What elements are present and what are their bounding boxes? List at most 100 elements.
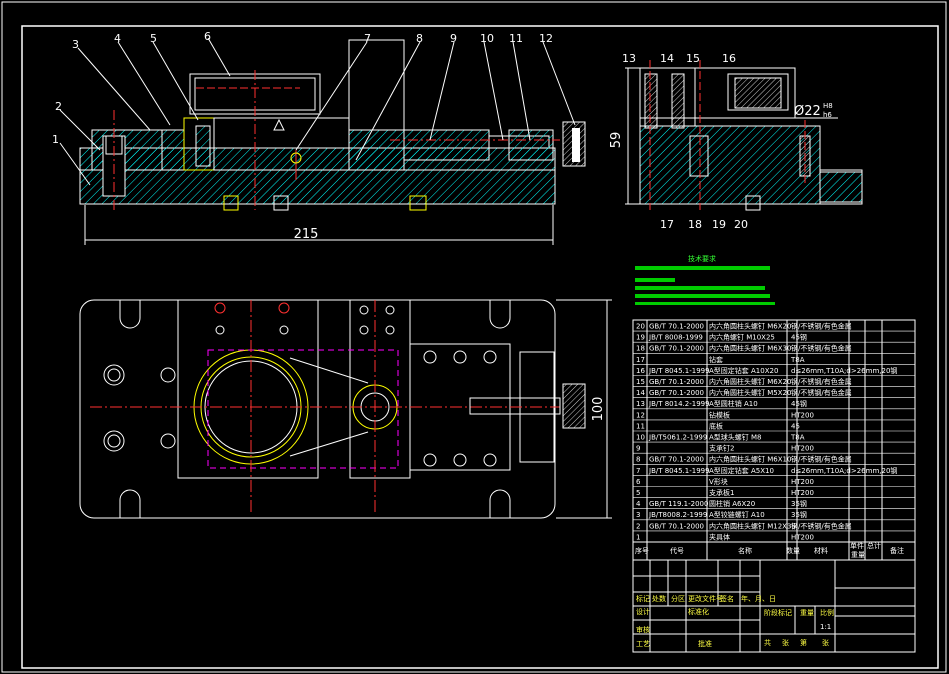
bom-hdr-name: 名称 [738, 546, 752, 555]
part-number-2: 2 [55, 100, 62, 113]
bom-seq: 12 [636, 411, 645, 419]
bom-name: 内六角螺钉 M10X25 [709, 333, 775, 342]
dim-bore-diameter: Ø22 [794, 104, 821, 119]
bom-seq: 13 [636, 400, 645, 408]
tb-scale: 比例 [820, 608, 834, 617]
bom-code: JB/T 8014.2-1999 [648, 400, 710, 408]
bom-material: HT200 [791, 489, 814, 497]
bom-name: 内六角圆柱头螺钉 M6X20 [709, 322, 791, 331]
part-number-8: 8 [416, 32, 423, 45]
part-number-1: 1 [52, 133, 59, 146]
part-number-10: 10 [480, 32, 494, 45]
bom-hdr-remark: 备注 [890, 546, 904, 555]
bom-name: V形块 [709, 477, 728, 486]
bom-code: JB/T 8045.1-1999 [648, 467, 710, 475]
tb-sign: 签名 [720, 594, 734, 603]
part-number-7: 7 [364, 32, 371, 45]
tb-design: 设计 [636, 607, 650, 616]
bom-seq: 4 [636, 500, 641, 508]
bom-seq: 16 [636, 367, 645, 375]
tb-review: 审核 [636, 625, 650, 634]
dim-bore-tol-lower: h6 [823, 111, 832, 119]
bom-material: 35钢 [791, 499, 807, 508]
bom-code: JB/T8008.2-1999 [648, 511, 707, 519]
dim-overall-length: 215 [294, 227, 319, 242]
bom-name: 内六角圆柱头螺钉 M6X30 [709, 344, 791, 353]
tb-stage-mark: 阶段标记 [764, 608, 792, 617]
part-number-12: 12 [539, 32, 553, 45]
bom-material: 45钢 [791, 333, 807, 342]
plan-view: 100 [79, 299, 612, 519]
tb-process: 工艺 [636, 640, 650, 648]
front-view: 215 123 4 5 6 7 8 9 10 11 12 [52, 30, 586, 245]
part-number-20: 20 [734, 218, 748, 231]
bom-table: 20 GB/T 70.1-2000 内六角圆柱头螺钉 M6X20 钢/不锈钢/有色金属… [632, 319, 916, 561]
bom-name: 钻套 [709, 355, 723, 364]
dim-bore-tol-upper: H8 [823, 102, 833, 110]
bom-seq: 5 [636, 489, 640, 497]
bom-material: HT200 [791, 411, 814, 419]
bom-seq: 18 [636, 345, 645, 353]
tb-sheet-no: 第 [800, 638, 807, 647]
part-number-11: 11 [509, 32, 523, 45]
bom-hdr-weight: 重量 [851, 551, 865, 559]
notes-title: 技术要求 [688, 254, 716, 263]
bom-name: 内六角圆柱头螺钉 M12X35 [709, 521, 796, 530]
part-number-3: 3 [72, 38, 79, 51]
dim-plan-width: 100 [591, 397, 606, 422]
tb-sheet-unit: 张 [782, 638, 789, 647]
side-view: 59 Ø22 H8 h6 13 14 15 16 17 18 19 20 [609, 52, 863, 231]
part-number-15: 15 [686, 52, 700, 65]
bom-seq: 19 [636, 334, 645, 342]
bom-name: 夹具体 [709, 532, 730, 541]
part-number-19: 19 [712, 218, 726, 231]
bom-seq: 10 [636, 434, 645, 442]
bom-name: 底板 [709, 421, 723, 430]
bom-material: 钢/不锈钢/有色金属 [791, 344, 852, 353]
bom-code: JB/T 8045.1-1999 [648, 367, 710, 375]
bom-seq: 8 [636, 456, 640, 464]
part-number-9: 9 [450, 32, 457, 45]
bom-material: HT200 [791, 445, 814, 453]
bom-hdr-code: 代号 [670, 546, 684, 555]
part-number-6: 6 [204, 30, 211, 43]
part-number-13: 13 [622, 52, 636, 65]
bom-material: HT200 [791, 533, 814, 541]
bom-code: GB/T 70.1-2000 [649, 456, 704, 464]
tb-approve: 批准 [698, 639, 712, 648]
bom-code: GB/T 70.1-2000 [649, 378, 704, 386]
bom-hdr-qty: 数量 [786, 546, 800, 555]
bom-material: 钢/不锈钢/有色金属 [791, 322, 852, 331]
bom-code: GB/T 70.1-2000 [649, 323, 704, 331]
bom-name: 内六角圆柱头螺钉 M6X10 [709, 455, 791, 464]
bom-material: 45 [791, 422, 800, 430]
bom-name: 支承钉2 [709, 444, 734, 453]
tb-count: 处数 [652, 594, 666, 603]
bom-seq: 9 [636, 445, 640, 453]
bom-material: d≤26mm,T10A;d>26mm,20钢 [791, 366, 897, 375]
bom-code: GB/T 70.1-2000 [649, 522, 704, 530]
bom-name: A型固定钻套 A10X20 [709, 366, 778, 375]
bom-material: 钢/不锈钢/有色金属 [791, 388, 852, 397]
bom-code: GB/T 119.1-2000 [649, 500, 708, 508]
bom-hdr-seq: 序号 [635, 546, 649, 555]
part-number-14: 14 [660, 52, 674, 65]
bom-name: A型圆柱销 A10 [709, 399, 758, 408]
part-number-5: 5 [150, 32, 157, 45]
bom-name: 钻模板 [709, 410, 730, 419]
bom-name: 内六角圆柱头螺钉 M5X20 [709, 388, 791, 397]
tb-weight: 重量 [800, 609, 814, 617]
tb-standard: 标准化 [688, 607, 709, 616]
tb-mark: 标记 [636, 594, 650, 603]
bom-code: JB/T5061.2-1999 [648, 434, 707, 442]
part-number-16: 16 [722, 52, 736, 65]
tb-sheet-unit-2: 张 [822, 638, 829, 647]
part-number-18: 18 [688, 218, 702, 231]
bom-material: 钢/不锈钢/有色金属 [791, 521, 852, 530]
bom-hdr-unit: 单件 [850, 541, 864, 550]
bom-name: 内六角圆柱头螺钉 M6X20 [709, 377, 791, 386]
bom-seq: 7 [636, 467, 640, 475]
bom-code: GB/T 70.1-2000 [649, 345, 704, 353]
technical-notes: 技术要求 [635, 254, 775, 305]
bom-material: 35钢 [791, 510, 807, 519]
